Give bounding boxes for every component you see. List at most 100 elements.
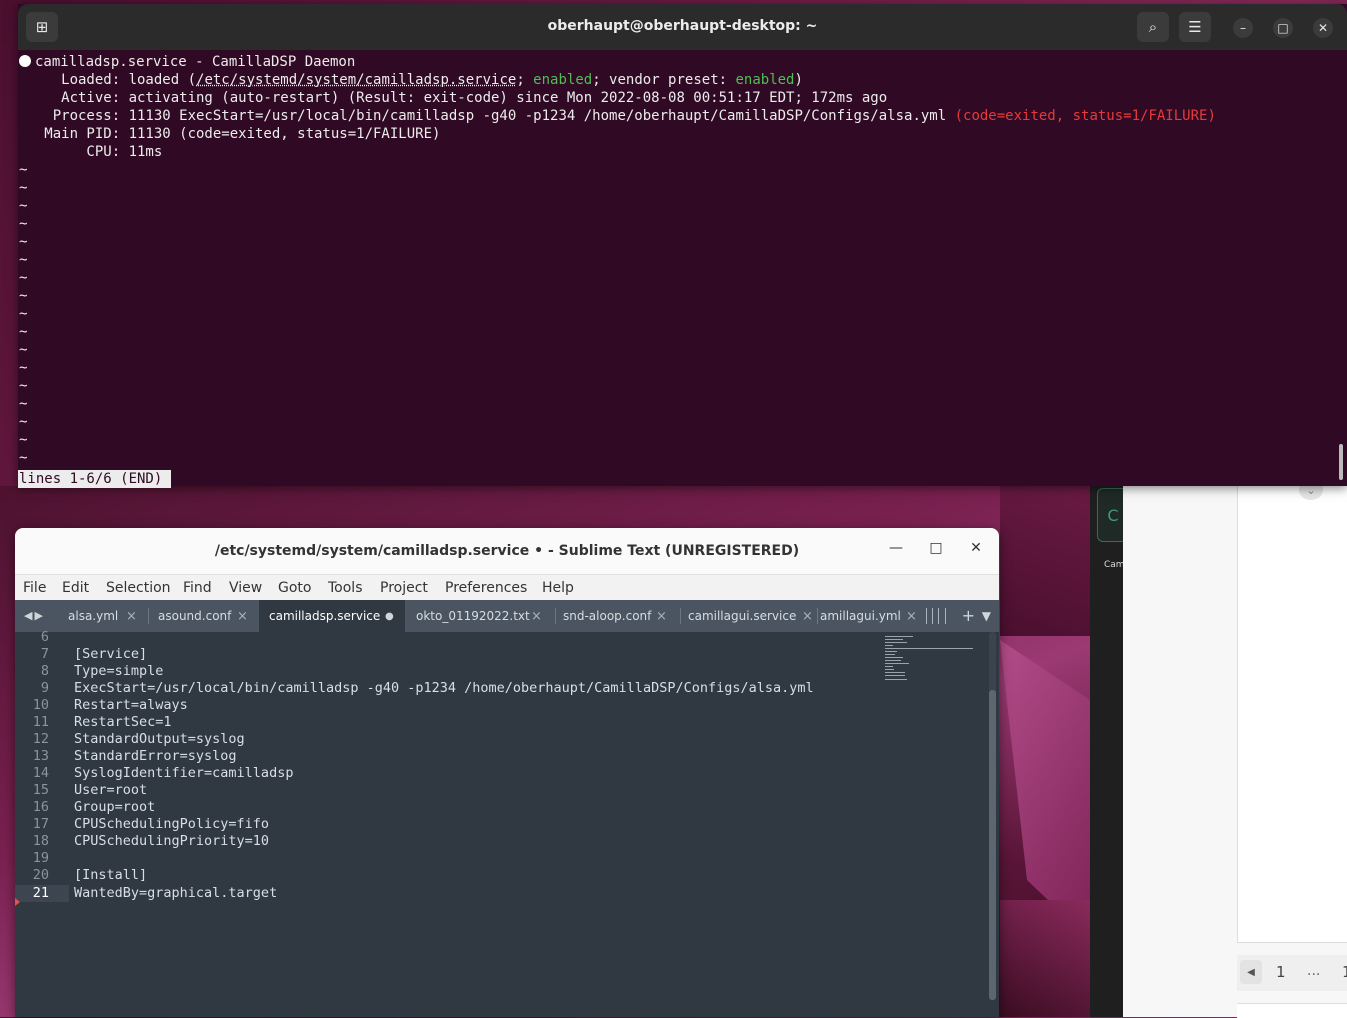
empty-line-tilde: ~ — [19, 162, 28, 178]
empty-line-tilde: ~ — [19, 252, 28, 268]
new-tab-plus-icon[interactable]: + — [962, 606, 975, 625]
tab-label: amillagui.yml — [820, 609, 901, 623]
tab-label: okto_01192022.txt — [416, 609, 530, 623]
tab-list-dropdown-icon[interactable]: ▼ — [982, 609, 991, 623]
output-text: ) — [794, 72, 803, 88]
sublime-minimize-button[interactable]: — — [885, 540, 907, 556]
tab-label: asound.conf — [158, 609, 232, 623]
menu-selection[interactable]: Selection — [106, 580, 171, 596]
minimap-line — [885, 657, 903, 658]
code-editor[interactable]: 6 7 [Service] 8 Type=simple 9 ExecStart=… — [15, 629, 999, 1017]
menu-tools[interactable]: Tools — [328, 580, 363, 596]
tab-close-icon[interactable]: × — [906, 609, 917, 624]
status-dot-icon — [19, 55, 31, 67]
code-line[interactable]: [Install] — [74, 867, 147, 884]
empty-line-tilde: ~ — [19, 270, 28, 286]
tab-close-icon[interactable]: × — [531, 609, 542, 624]
menu-goto[interactable]: Goto — [278, 580, 311, 596]
vertical-scrollbar[interactable] — [989, 690, 996, 1000]
line-number: 14 — [32, 765, 49, 781]
menu-find[interactable]: Find — [183, 580, 212, 596]
minimap[interactable] — [885, 636, 975, 680]
pagination-page-last[interactable]: 1 — [1342, 963, 1347, 981]
minimize-button[interactable]: – — [1233, 18, 1253, 38]
tab-camillagui-yml[interactable]: amillagui.yml × — [818, 600, 918, 632]
menu-project[interactable]: Project — [380, 580, 428, 596]
output-line: Loaded: loaded (/etc/systemd/system/cami… — [19, 71, 803, 89]
menu-preferences[interactable]: Preferences — [445, 580, 527, 596]
code-line[interactable]: RestartSec=1 — [74, 714, 172, 731]
search-icon: ⌕ — [1148, 18, 1158, 36]
code-line[interactable]: CPUSchedulingPolicy=fifo — [74, 816, 269, 833]
tab-scroll-arrows[interactable]: ◀▶ — [24, 609, 45, 622]
sublime-close-button[interactable]: ✕ — [965, 540, 987, 556]
tab-close-icon[interactable]: × — [656, 609, 667, 624]
menu-file[interactable]: File — [23, 580, 46, 596]
menu-edit[interactable]: Edit — [62, 580, 89, 596]
tab-camilladsp-service[interactable]: camilladsp.service ● — [259, 600, 405, 632]
menu-help[interactable]: Help — [542, 580, 574, 596]
code-line[interactable]: StandardOutput=syslog — [74, 731, 245, 748]
tab-camillagui-service[interactable]: camillagui.service × — [680, 600, 813, 632]
wallpaper-facet — [1000, 486, 1090, 636]
tab-right-icon[interactable]: ▶ — [34, 609, 44, 622]
sublime-maximize-button[interactable]: □ — [925, 540, 947, 556]
line-number: 6 — [40, 629, 49, 645]
code-line[interactable]: StandardError=syslog — [74, 748, 237, 765]
code-line[interactable]: User=root — [74, 782, 147, 799]
output-line: Process: 11130 ExecStart=/usr/local/bin/… — [19, 107, 1216, 125]
minimap-line — [885, 651, 897, 652]
tab-left-icon[interactable]: ◀ — [24, 609, 34, 622]
empty-line-tilde: ~ — [19, 234, 28, 250]
code-line[interactable]: [Service] — [74, 646, 147, 663]
background-app-footer — [1237, 1003, 1347, 1018]
unit-file-path: /etc/systemd/system/camilladsp.service — [196, 72, 517, 88]
tab-snd-aloop-conf[interactable]: snd-aloop.conf × — [555, 600, 680, 632]
line-number: 17 — [32, 816, 49, 832]
empty-line-tilde: ~ — [19, 342, 28, 358]
code-line[interactable]: WantedBy=graphical.target — [74, 885, 277, 902]
sublime-titlebar: /etc/systemd/system/camilladsp.service •… — [15, 528, 999, 575]
empty-line-tilde: ~ — [19, 216, 28, 232]
line-number: 16 — [32, 799, 49, 815]
code-line[interactable]: ExecStart=/usr/local/bin/camilladsp -g40… — [74, 680, 814, 697]
line-number: 21 — [32, 885, 49, 901]
menu-view[interactable]: View — [229, 580, 262, 596]
line-number: 10 — [32, 697, 49, 713]
maximize-button[interactable]: □ — [1273, 18, 1293, 38]
tab-close-icon[interactable]: × — [237, 609, 248, 624]
terminal-scrollbar[interactable] — [1339, 444, 1343, 480]
minimap-line — [885, 645, 893, 646]
code-line[interactable]: Group=root — [74, 799, 155, 816]
minimap-line — [885, 639, 903, 640]
tab-asound-conf[interactable]: asound.conf × — [149, 600, 259, 632]
tab-label: camilladsp.service — [269, 609, 381, 623]
tab-close-icon[interactable]: × — [802, 609, 813, 624]
app-c-label: C — [1107, 505, 1119, 525]
minimap-line — [885, 642, 907, 643]
unsaved-dot-icon[interactable]: ● — [385, 611, 394, 622]
search-button[interactable]: ⌕ — [1137, 12, 1169, 42]
code-line[interactable]: Type=simple — [74, 663, 163, 680]
empty-line-tilde: ~ — [19, 378, 28, 394]
menu-button[interactable]: ☰ — [1179, 12, 1211, 42]
terminal-output[interactable]: camilladsp.service - CamillaDSP Daemon L… — [18, 50, 1347, 488]
tab-label: snd-aloop.conf — [563, 609, 652, 623]
pagination-prev-button[interactable]: ◀ — [1240, 960, 1262, 984]
empty-line-tilde: ~ — [19, 180, 28, 196]
empty-line-tilde: ~ — [19, 198, 28, 214]
tab-alsa-yml[interactable]: alsa.yml × — [59, 600, 147, 632]
pagination-page-1[interactable]: 1 — [1276, 963, 1286, 981]
empty-line-tilde: ~ — [19, 324, 28, 340]
empty-line-tilde: ~ — [19, 360, 28, 376]
line-number: 9 — [40, 680, 49, 696]
code-line[interactable]: Restart=always — [74, 697, 188, 714]
code-line[interactable]: CPUSchedulingPriority=10 — [74, 833, 269, 850]
tab-close-icon[interactable]: × — [126, 609, 137, 624]
output-line: CPU: 11ms — [19, 144, 163, 160]
line-number: 12 — [32, 731, 49, 747]
close-button[interactable]: ✕ — [1313, 18, 1333, 38]
code-line[interactable]: SyslogIdentifier=camilladsp — [74, 765, 293, 782]
tab-okto-txt[interactable]: okto_01192022.txt × — [407, 600, 555, 632]
minimap-line — [885, 669, 894, 670]
